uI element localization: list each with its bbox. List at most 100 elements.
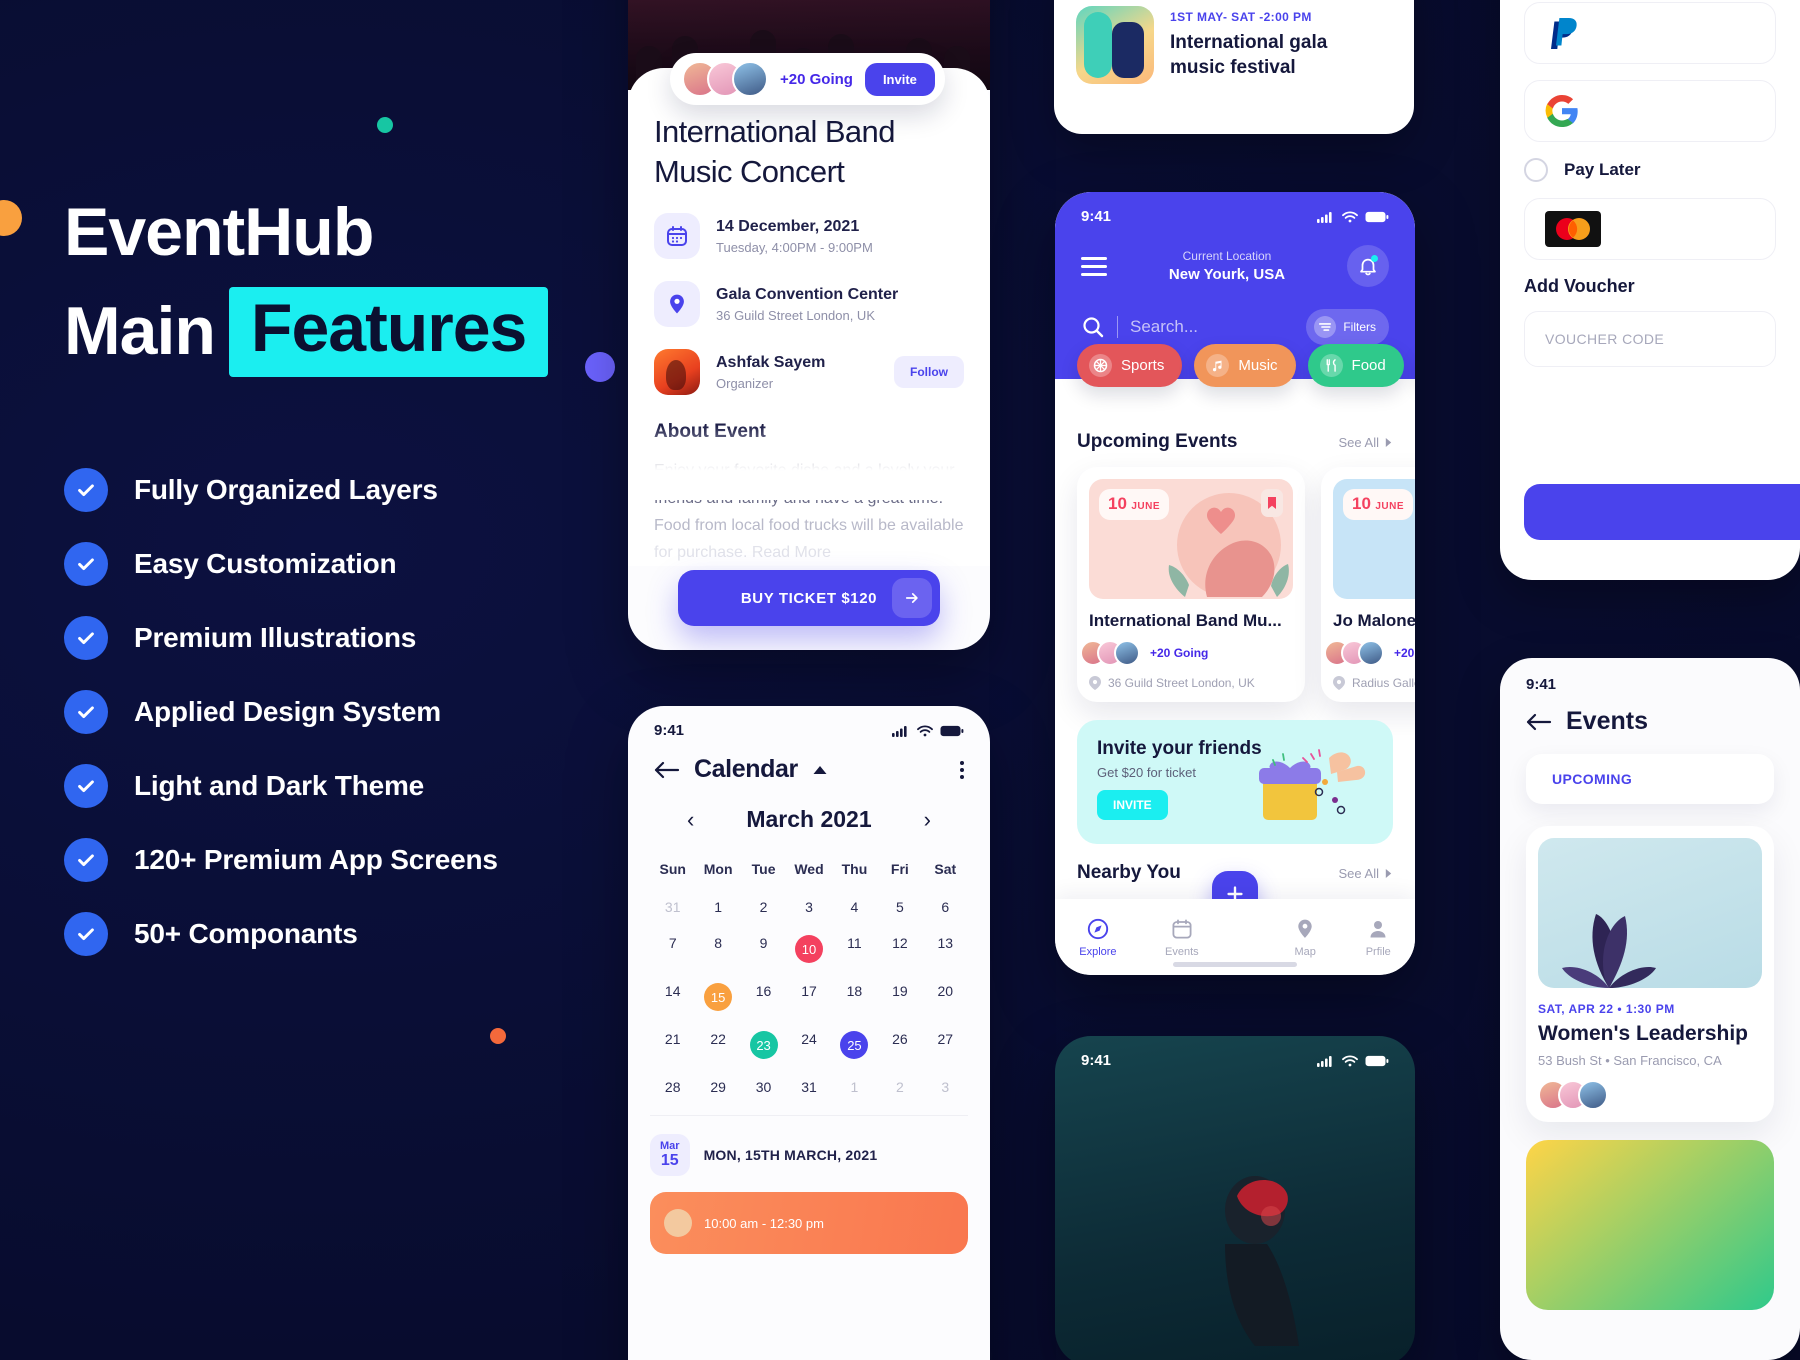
filters-button[interactable]: Filters — [1306, 309, 1389, 345]
event-card-going: +20 — [1324, 640, 1415, 666]
feature-label: 120+ Premium App Screens — [134, 844, 498, 875]
calendar-day[interactable]: 20 — [923, 973, 968, 1021]
notification-bell-icon[interactable] — [1347, 245, 1389, 287]
calendar-day[interactable]: 7 — [650, 925, 695, 973]
calendar-day[interactable]: 8 — [695, 925, 740, 973]
status-time: 9:41 — [654, 722, 685, 739]
tab-events[interactable]: Events — [1165, 917, 1199, 958]
tab-label: Events — [1165, 945, 1199, 958]
calendar-day[interactable]: 19 — [877, 973, 922, 1021]
battery-icon — [1365, 211, 1389, 222]
performer-silhouette — [1175, 1156, 1325, 1346]
calendar-day[interactable]: 6 — [923, 889, 968, 925]
calendar-day[interactable]: 31 — [786, 1069, 831, 1105]
event-card[interactable]: 10 JUNE Jo Malone Lon... +20 — [1321, 467, 1415, 702]
calendar-day[interactable]: 18 — [832, 973, 877, 1021]
tab-explore[interactable]: Explore — [1079, 917, 1117, 958]
calendar-day[interactable]: 14 — [650, 973, 695, 1021]
calendar-day[interactable]: 13 — [923, 925, 968, 973]
calendar-day[interactable]: 30 — [741, 1069, 786, 1105]
calendar-day[interactable]: 2 — [877, 1069, 922, 1105]
calendar-day[interactable]: 1 — [832, 1069, 877, 1105]
calendar-day[interactable]: 5 — [877, 889, 922, 925]
event-list-card-secondary[interactable] — [1526, 1140, 1774, 1310]
calendar-day[interactable]: 3 — [786, 889, 831, 925]
calendar-day[interactable]: 23 — [741, 1021, 786, 1069]
calendar-day[interactable]: 9 — [741, 925, 786, 973]
invite-promo-card[interactable]: Invite your friends Get $20 for ticket I… — [1077, 720, 1393, 844]
buy-ticket-button[interactable]: BUY TICKET $120 — [678, 570, 940, 626]
notification-badge — [1371, 255, 1378, 262]
calendar-day[interactable]: 24 — [786, 1021, 831, 1069]
feature-item: 120+ Premium App Screens — [64, 838, 498, 882]
calendar-day[interactable]: 2 — [741, 889, 786, 925]
event-detail-sheet: International Band Music Concert 14 Dece… — [628, 68, 990, 567]
calendar-day[interactable]: 15 — [695, 973, 740, 1021]
event-card[interactable]: 10 JUNE International Band Mu... +20 Goi… — [1077, 467, 1305, 702]
radio-icon[interactable] — [1524, 158, 1548, 182]
payment-row-google[interactable] — [1524, 80, 1776, 142]
search-placeholder: Search... — [1130, 317, 1199, 336]
calendar-day[interactable]: 26 — [877, 1021, 922, 1069]
search-icon — [1083, 317, 1104, 338]
events-panel-header: Events — [1500, 693, 1800, 736]
see-all-nearby[interactable]: See All — [1339, 866, 1393, 881]
tab-map[interactable]: Map — [1293, 917, 1317, 958]
back-arrow-icon[interactable] — [1526, 712, 1552, 732]
calendar-day[interactable]: 31 — [650, 889, 695, 925]
invite-button[interactable]: Invite — [864, 62, 935, 96]
calendar-day[interactable]: 17 — [786, 973, 831, 1021]
bookmark-icon[interactable] — [1261, 489, 1283, 517]
organizer-row: Ashfak Sayem Organizer Follow — [654, 349, 964, 396]
tab-profile[interactable]: Prfile — [1366, 917, 1391, 958]
notification-card[interactable]: 1ST MAY- SAT -2:00 PM International gala… — [1054, 0, 1414, 134]
calendar-day[interactable]: 11 — [832, 925, 877, 973]
chip-music[interactable]: Music — [1194, 344, 1296, 387]
calendar-day[interactable]: 27 — [923, 1021, 968, 1069]
calendar-day[interactable]: 16 — [741, 973, 786, 1021]
next-month-icon[interactable]: › — [924, 807, 931, 833]
follow-button[interactable]: Follow — [894, 356, 964, 389]
see-all-upcoming[interactable]: See All — [1339, 435, 1393, 450]
calendar-day-highlight: 23 — [749, 1031, 778, 1059]
more-options-icon[interactable] — [960, 760, 964, 779]
invite-button[interactable]: INVITE — [1097, 790, 1168, 820]
chip-sports[interactable]: Sports — [1077, 344, 1183, 387]
avatar-stack — [1080, 640, 1140, 666]
agenda-event-item[interactable]: 10:00 am - 12:30 pm — [650, 1192, 968, 1254]
voucher-placeholder: VOUCHER CODE — [1545, 331, 1665, 347]
calendar-day[interactable]: 22 — [695, 1021, 740, 1069]
calendar-day[interactable]: 28 — [650, 1069, 695, 1105]
status-icons — [1317, 210, 1389, 223]
voucher-input[interactable]: VOUCHER CODE — [1524, 311, 1776, 367]
calendar-day[interactable]: 3 — [923, 1069, 968, 1105]
calendar-day[interactable]: 4 — [832, 889, 877, 925]
event-card-list: 10 JUNE International Band Mu... +20 Goi… — [1077, 467, 1415, 702]
going-pill[interactable]: +20 Going Invite — [670, 53, 945, 105]
back-arrow-icon[interactable] — [654, 760, 680, 780]
calendar-day[interactable]: 25 — [832, 1021, 877, 1069]
calendar-day[interactable]: 29 — [695, 1069, 740, 1105]
voucher-heading: Add Voucher — [1524, 276, 1635, 296]
payment-row-mastercard[interactable] — [1524, 198, 1776, 260]
chevron-up-icon[interactable] — [812, 765, 828, 775]
pay-submit-button[interactable] — [1524, 484, 1800, 540]
payment-row-paypal[interactable] — [1524, 2, 1776, 64]
menu-icon[interactable] — [1081, 256, 1107, 276]
avatar — [1358, 640, 1384, 666]
calendar-day[interactable]: 10 — [786, 925, 831, 973]
chip-food[interactable]: Food — [1307, 344, 1404, 387]
calendar-day[interactable]: 21 — [650, 1021, 695, 1069]
location-selector[interactable]: Current Location New Yourk, USA — [1107, 249, 1347, 283]
calendar-days[interactable]: 31 1 2 3 4 5 6 7 8 9 10 11 12 13 14 15 16 17 18 19 20 21 22 23 2… — [650, 889, 968, 1105]
hero-title-line1: EventHub — [64, 194, 374, 270]
upcoming-segment[interactable]: UPCOMING — [1526, 754, 1774, 804]
feature-item: Fully Organized Layers — [64, 468, 498, 512]
plant-illustration — [1554, 868, 1664, 988]
calendar-day[interactable]: 1 — [695, 889, 740, 925]
prev-month-icon[interactable]: ‹ — [687, 807, 694, 833]
event-list-card[interactable]: SAT, APR 22 • 1:30 PM Women's Leadership… — [1526, 826, 1774, 1122]
search-bar[interactable]: Search... Filters — [1081, 309, 1389, 345]
calendar-day[interactable]: 12 — [877, 925, 922, 973]
pay-later-option[interactable]: Pay Later — [1524, 158, 1776, 182]
